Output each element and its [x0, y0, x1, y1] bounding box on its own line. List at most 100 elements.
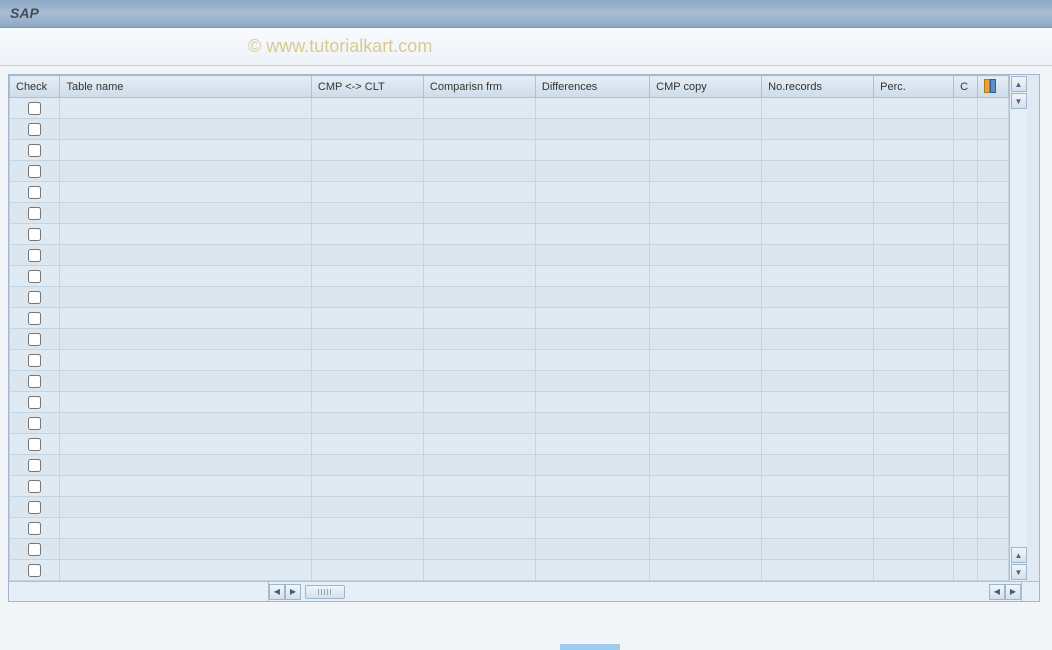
- data-cell[interactable]: [535, 392, 649, 413]
- data-cell[interactable]: [650, 476, 762, 497]
- table-row[interactable]: [10, 434, 1009, 455]
- check-cell[interactable]: [10, 182, 60, 203]
- data-cell[interactable]: [60, 182, 311, 203]
- table-row[interactable]: [10, 476, 1009, 497]
- data-cell[interactable]: [311, 266, 423, 287]
- data-cell[interactable]: [762, 224, 874, 245]
- data-cell[interactable]: [423, 413, 535, 434]
- row-checkbox[interactable]: [28, 543, 41, 556]
- data-cell[interactable]: [423, 539, 535, 560]
- col-header-cmp-copy[interactable]: CMP copy: [650, 76, 762, 98]
- data-cell[interactable]: [311, 371, 423, 392]
- table-row[interactable]: [10, 539, 1009, 560]
- hscroll-thumb[interactable]: [305, 585, 345, 599]
- horizontal-scrollbar[interactable]: ◀ ▶ ◀ ▶: [9, 581, 1039, 601]
- data-cell[interactable]: [423, 329, 535, 350]
- data-cell[interactable]: [535, 119, 649, 140]
- data-cell[interactable]: [650, 140, 762, 161]
- data-cell[interactable]: [874, 539, 954, 560]
- data-cell[interactable]: [60, 560, 311, 581]
- data-cell[interactable]: [954, 98, 978, 119]
- scroll-down-button-bottom[interactable]: ▼: [1011, 564, 1027, 580]
- row-checkbox[interactable]: [28, 291, 41, 304]
- table-row[interactable]: [10, 518, 1009, 539]
- data-cell[interactable]: [954, 497, 978, 518]
- data-cell[interactable]: [874, 203, 954, 224]
- data-cell[interactable]: [954, 203, 978, 224]
- data-cell[interactable]: [954, 371, 978, 392]
- data-cell[interactable]: [535, 413, 649, 434]
- vertical-scrollbar[interactable]: ▲ ▼ ▲ ▼: [1009, 75, 1027, 581]
- data-cell[interactable]: [60, 350, 311, 371]
- data-cell[interactable]: [874, 392, 954, 413]
- data-cell[interactable]: [762, 560, 874, 581]
- data-cell[interactable]: [650, 119, 762, 140]
- table-row[interactable]: [10, 371, 1009, 392]
- data-cell[interactable]: [60, 371, 311, 392]
- data-cell[interactable]: [311, 350, 423, 371]
- data-cell[interactable]: [874, 434, 954, 455]
- data-cell[interactable]: [423, 203, 535, 224]
- vscroll-track[interactable]: [1010, 110, 1027, 546]
- data-cell[interactable]: [874, 518, 954, 539]
- check-cell[interactable]: [10, 434, 60, 455]
- data-cell[interactable]: [60, 98, 311, 119]
- data-cell[interactable]: [311, 203, 423, 224]
- data-cell[interactable]: [60, 119, 311, 140]
- data-cell[interactable]: [954, 308, 978, 329]
- data-cell[interactable]: [311, 161, 423, 182]
- data-cell[interactable]: [535, 455, 649, 476]
- check-cell[interactable]: [10, 140, 60, 161]
- data-cell[interactable]: [60, 266, 311, 287]
- data-cell[interactable]: [874, 350, 954, 371]
- row-checkbox[interactable]: [28, 438, 41, 451]
- data-cell[interactable]: [762, 455, 874, 476]
- data-cell[interactable]: [954, 476, 978, 497]
- check-cell[interactable]: [10, 539, 60, 560]
- row-checkbox[interactable]: [28, 123, 41, 136]
- data-cell[interactable]: [874, 161, 954, 182]
- data-cell[interactable]: [311, 434, 423, 455]
- data-cell[interactable]: [311, 392, 423, 413]
- data-cell[interactable]: [423, 371, 535, 392]
- data-cell[interactable]: [874, 476, 954, 497]
- data-cell[interactable]: [535, 287, 649, 308]
- data-cell[interactable]: [954, 392, 978, 413]
- data-cell[interactable]: [954, 182, 978, 203]
- check-cell[interactable]: [10, 560, 60, 581]
- data-cell[interactable]: [60, 497, 311, 518]
- data-cell[interactable]: [60, 161, 311, 182]
- data-cell[interactable]: [762, 329, 874, 350]
- check-cell[interactable]: [10, 455, 60, 476]
- data-cell[interactable]: [535, 350, 649, 371]
- data-cell[interactable]: [60, 539, 311, 560]
- table-row[interactable]: [10, 98, 1009, 119]
- data-cell[interactable]: [650, 350, 762, 371]
- row-checkbox[interactable]: [28, 501, 41, 514]
- row-checkbox[interactable]: [28, 270, 41, 283]
- table-row[interactable]: [10, 497, 1009, 518]
- data-cell[interactable]: [762, 266, 874, 287]
- data-cell[interactable]: [311, 308, 423, 329]
- data-cell[interactable]: [762, 140, 874, 161]
- data-cell[interactable]: [423, 455, 535, 476]
- data-cell[interactable]: [311, 245, 423, 266]
- col-header-last[interactable]: C: [954, 76, 978, 98]
- data-cell[interactable]: [874, 329, 954, 350]
- data-cell[interactable]: [311, 539, 423, 560]
- data-cell[interactable]: [535, 539, 649, 560]
- data-cell[interactable]: [954, 350, 978, 371]
- data-cell[interactable]: [762, 203, 874, 224]
- data-cell[interactable]: [762, 161, 874, 182]
- data-cell[interactable]: [311, 518, 423, 539]
- data-cell[interactable]: [423, 560, 535, 581]
- data-cell[interactable]: [535, 203, 649, 224]
- check-cell[interactable]: [10, 350, 60, 371]
- data-cell[interactable]: [762, 119, 874, 140]
- data-cell[interactable]: [954, 161, 978, 182]
- col-header-perc[interactable]: Perc.: [874, 76, 954, 98]
- row-checkbox[interactable]: [28, 480, 41, 493]
- data-cell[interactable]: [874, 371, 954, 392]
- row-checkbox[interactable]: [28, 564, 41, 577]
- col-header-cmp-clt[interactable]: CMP <-> CLT: [311, 76, 423, 98]
